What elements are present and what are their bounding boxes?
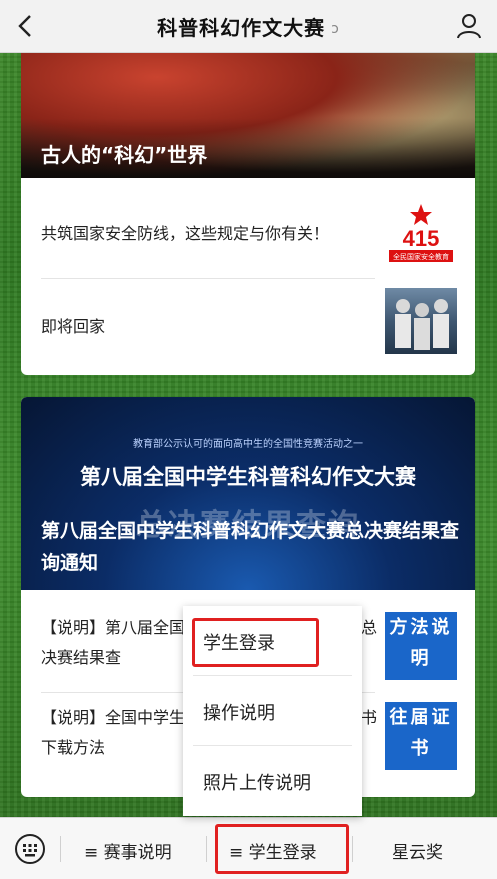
menu-item-photo-upload[interactable]: 照片上传说明 xyxy=(183,746,362,815)
highlight-box-menu xyxy=(192,618,319,667)
top-navigation-bar: 科普科幻作文大赛 ↄ xyxy=(0,0,497,53)
thumbnail-415-number: 415 xyxy=(403,226,440,251)
menu-item-label: 操作说明 xyxy=(203,703,275,724)
hero-competition-name: 第八届全国中学生科普科幻作文大赛 xyxy=(80,465,416,489)
thumbnail-415-caption: 全民国家安全教育 xyxy=(393,252,449,261)
tab-nebula-award[interactable]: 星云奖 xyxy=(392,838,443,863)
menu-item-label: 照片上传说明 xyxy=(203,773,311,794)
thumbnail-astronauts xyxy=(385,288,457,354)
list-item-title: 即将回家 xyxy=(41,317,106,336)
menu-item-instructions[interactable]: 操作说明 xyxy=(183,676,362,745)
hero-subtitle: 教育部公示认可的面向高中生的全国性竞赛活动之一 xyxy=(133,439,363,450)
page-title: 科普科幻作文大赛 ↄ xyxy=(0,12,497,41)
divider xyxy=(352,836,353,862)
hero-title[interactable]: 古人的“科幻”世界 xyxy=(41,139,207,168)
thumbnail-415: 415 全民国家安全教育 xyxy=(385,200,457,266)
past-certificates-button[interactable]: 往届证书 xyxy=(385,702,457,770)
divider xyxy=(206,836,207,862)
keyboard-icon[interactable] xyxy=(14,833,46,865)
user-profile-icon[interactable] xyxy=(453,10,485,42)
ear-icon: ↄ xyxy=(331,21,340,37)
list-item-title: 共筑国家安全防线，这些规定与你有关！ xyxy=(41,224,330,243)
page-title-text: 科普科幻作文大赛 xyxy=(157,16,326,40)
tab-competition-info[interactable]: ≡ 赛事说明 xyxy=(84,838,172,863)
divider xyxy=(60,836,61,862)
article-card-1: 古人的“科幻”世界 共筑国家安全防线，这些规定与你有关！ 415 全民国家安全教… xyxy=(21,52,475,375)
highlight-box-tab xyxy=(215,824,349,874)
method-explanation-button[interactable]: 方法说明 xyxy=(385,612,457,680)
hero-title[interactable]: 第八届全国中学生科普科幻作文大赛总决赛结果查询通知 xyxy=(41,515,461,579)
